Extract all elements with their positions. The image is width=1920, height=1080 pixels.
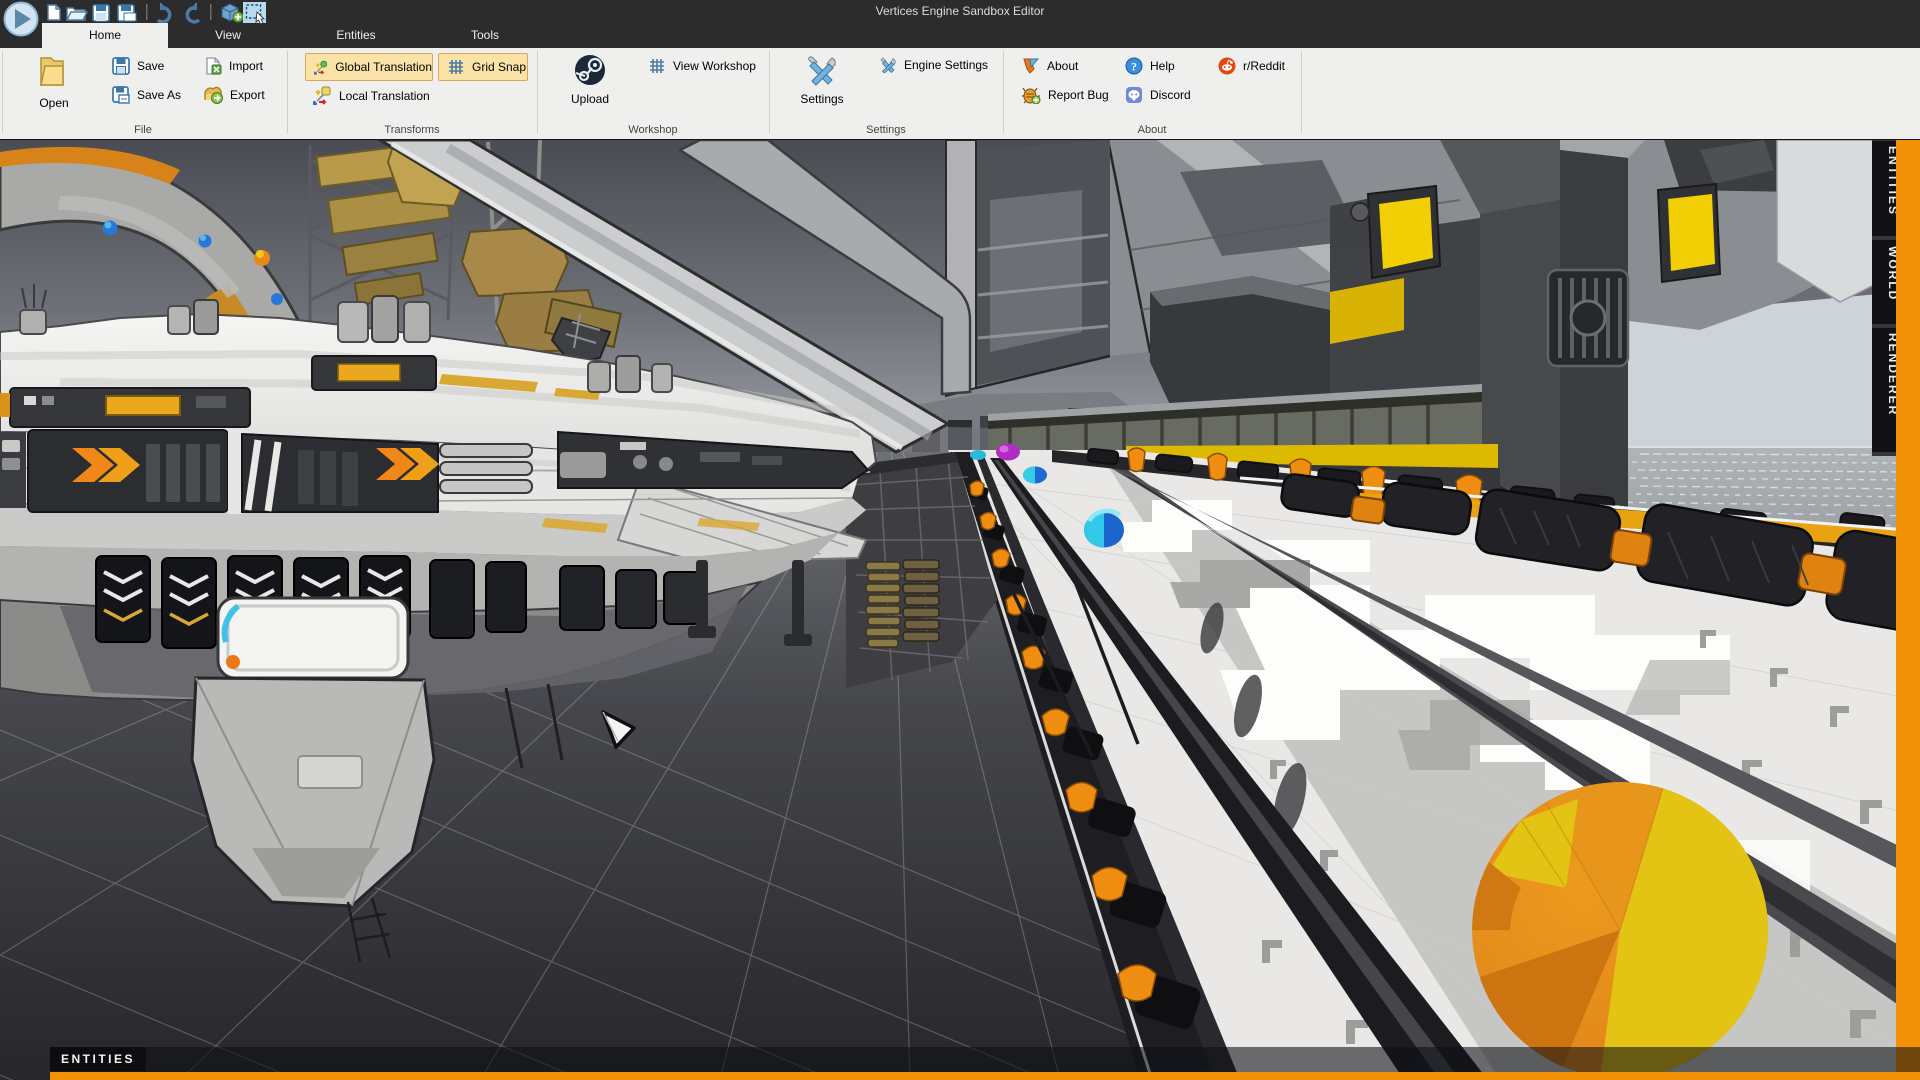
svg-text:RENDERER: RENDERER xyxy=(1886,333,1896,416)
svg-text:?: ? xyxy=(1131,60,1137,74)
svg-text:WORLD: WORLD xyxy=(1886,246,1896,301)
svg-text:ENTITIES: ENTITIES xyxy=(1886,146,1896,216)
